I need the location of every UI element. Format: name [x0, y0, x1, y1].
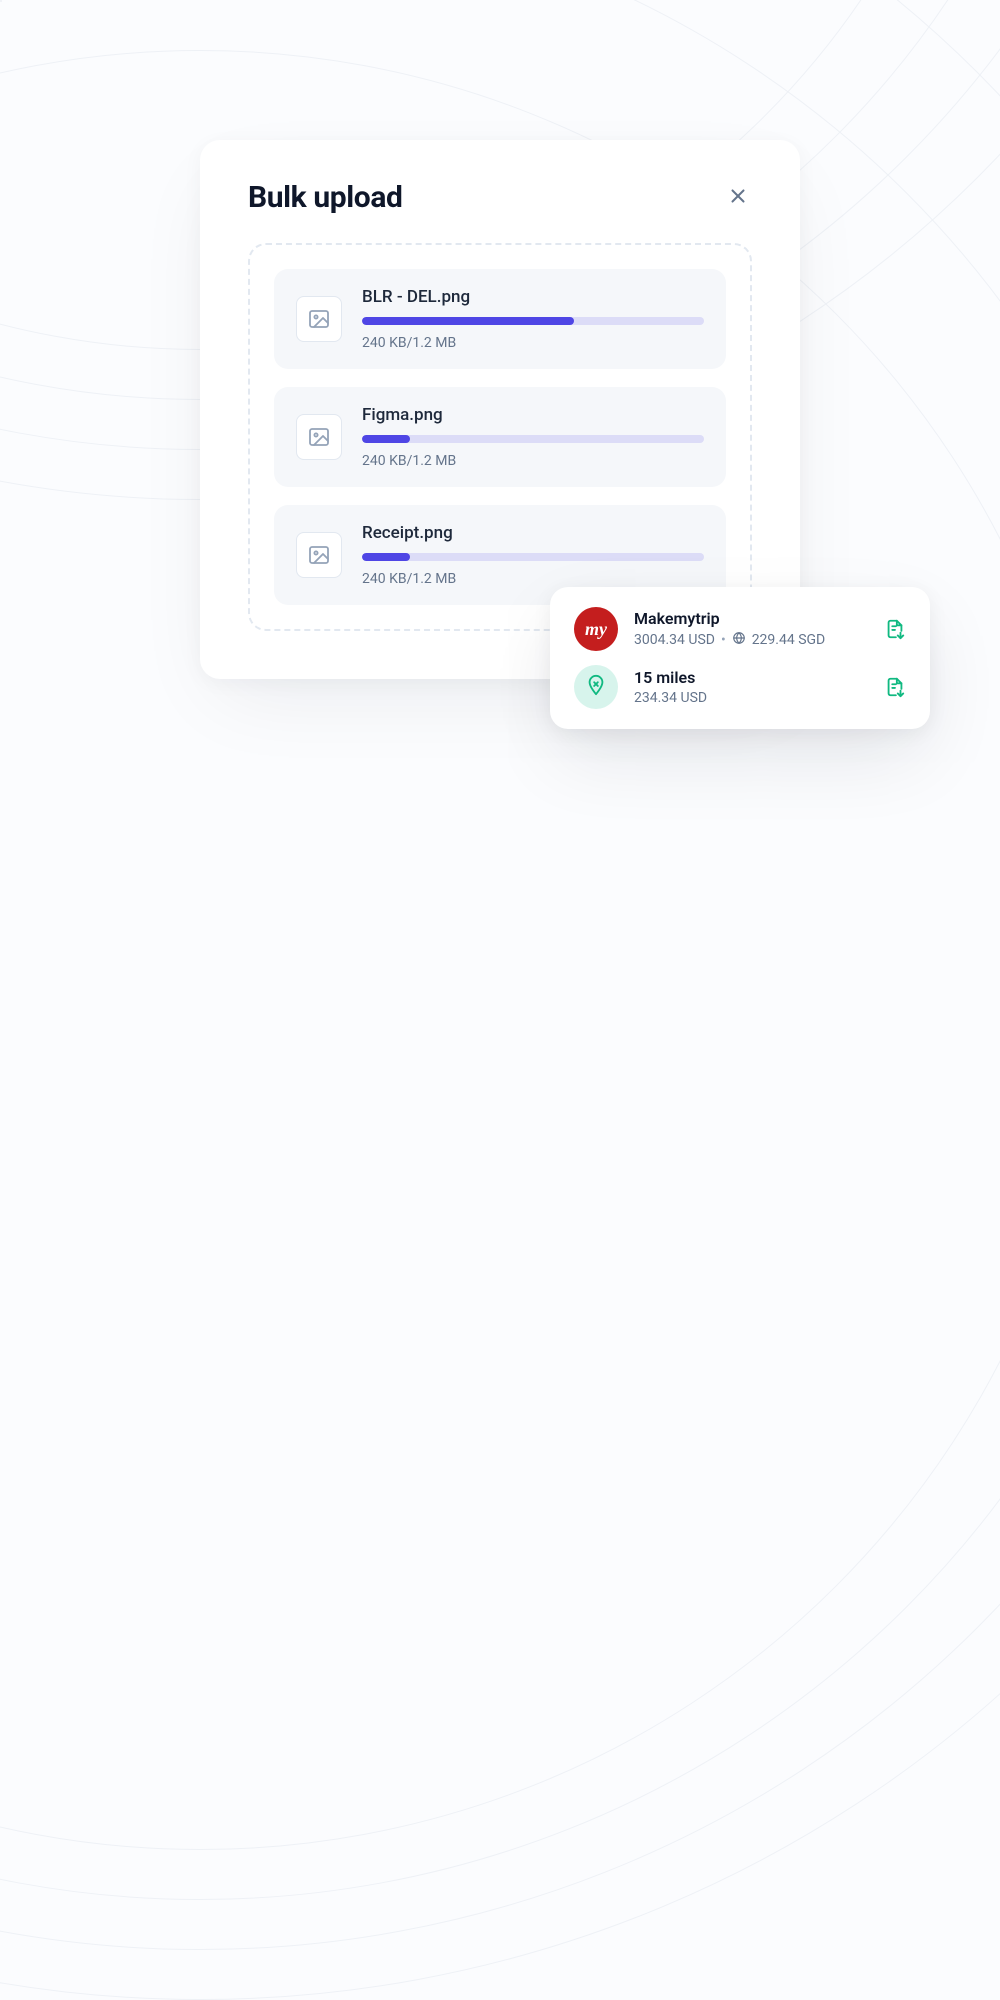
file-size: 240 KB/1.2 MB	[362, 453, 704, 469]
merchant-avatar-text: my	[585, 619, 607, 640]
expense-primary-amount: 234.34 USD	[634, 690, 707, 706]
file-name: BLR - DEL.png	[362, 287, 704, 307]
image-file-icon	[296, 532, 342, 578]
route-icon	[585, 674, 607, 700]
expense-subtitle: 3004.34 USD • 229.44 SGD	[634, 631, 868, 649]
modal-title: Bulk upload	[248, 180, 402, 215]
progress-bar	[362, 435, 704, 443]
image-file-icon	[296, 296, 342, 342]
progress-bar	[362, 553, 704, 561]
close-button[interactable]	[724, 184, 752, 212]
progress-bar	[362, 317, 704, 325]
expense-primary-amount: 3004.34 USD	[634, 632, 715, 648]
expense-row[interactable]: my Makemytrip 3004.34 USD • 229.44 SGD	[574, 607, 906, 651]
expense-subtitle: 234.34 USD	[634, 690, 868, 706]
close-icon	[727, 185, 749, 210]
expense-row[interactable]: 15 miles 234.34 USD	[574, 665, 906, 709]
image-file-icon	[296, 414, 342, 460]
upload-file-row: BLR - DEL.png 240 KB/1.2 MB	[274, 269, 726, 369]
expense-title: Makemytrip	[634, 609, 868, 628]
expense-title: 15 miles	[634, 668, 868, 687]
modal-header: Bulk upload	[248, 180, 752, 215]
upload-dropzone[interactable]: BLR - DEL.png 240 KB/1.2 MB Figma.png 24…	[248, 243, 752, 631]
globe-icon	[732, 631, 746, 649]
file-size: 240 KB/1.2 MB	[362, 571, 704, 587]
expense-secondary-amount: 229.44 SGD	[752, 632, 826, 648]
separator-dot: •	[721, 632, 726, 648]
file-name: Figma.png	[362, 405, 704, 425]
receipt-download-icon[interactable]	[884, 618, 906, 640]
file-size: 240 KB/1.2 MB	[362, 335, 704, 351]
expense-card: my Makemytrip 3004.34 USD • 229.44 SGD 1…	[550, 587, 930, 729]
progress-fill	[362, 553, 410, 561]
progress-fill	[362, 435, 410, 443]
file-name: Receipt.png	[362, 523, 704, 543]
upload-file-row: Figma.png 240 KB/1.2 MB	[274, 387, 726, 487]
merchant-avatar	[574, 665, 618, 709]
merchant-avatar: my	[574, 607, 618, 651]
receipt-download-icon[interactable]	[884, 676, 906, 698]
progress-fill	[362, 317, 574, 325]
